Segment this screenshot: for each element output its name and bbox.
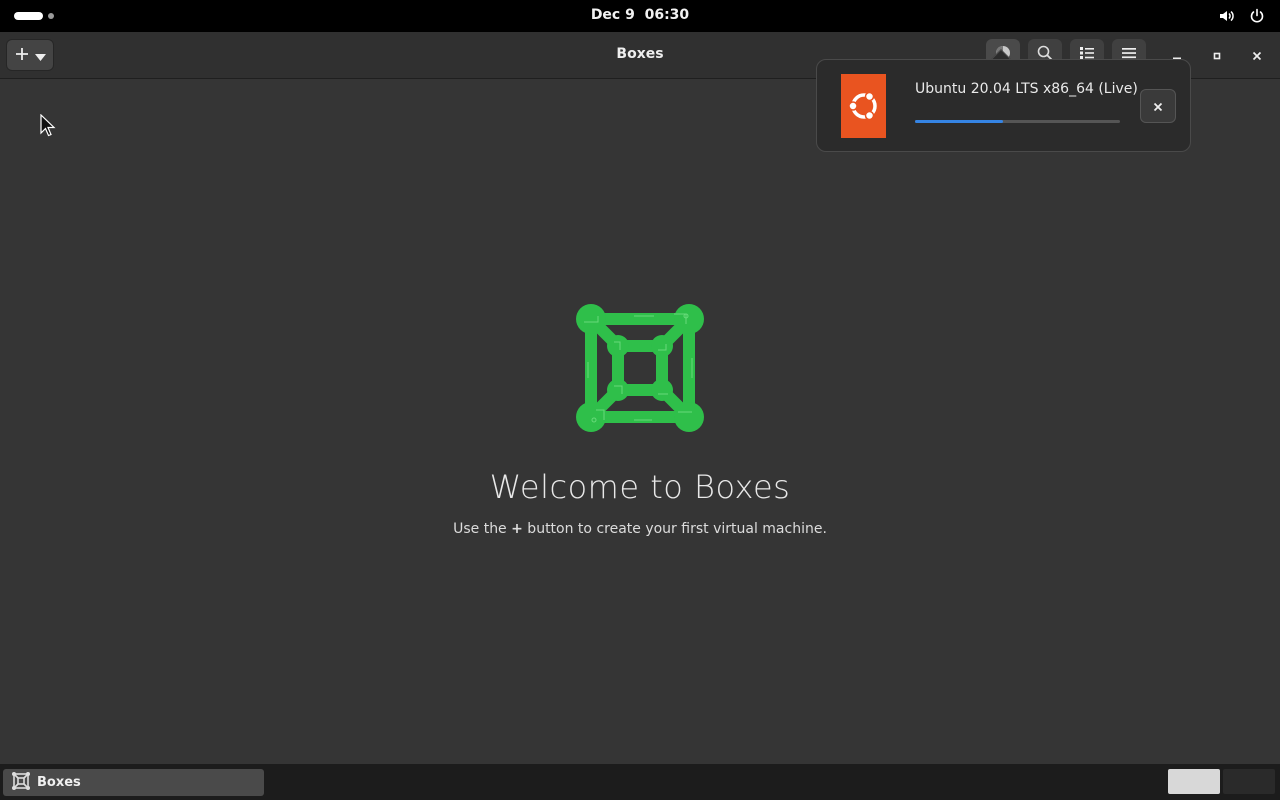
plus-icon <box>15 46 29 65</box>
maximize-icon <box>1212 46 1222 65</box>
volume-icon[interactable] <box>1218 7 1236 25</box>
mouse-cursor-icon <box>40 113 56 142</box>
activities-indicator[interactable] <box>14 12 54 20</box>
clock-date[interactable]: Dec 9 <box>591 7 635 23</box>
download-name: Ubuntu 20.04 LTS x86_64 (Live) <box>915 81 1138 97</box>
clock: Dec 9 06:30 <box>0 7 1280 23</box>
add-button[interactable] <box>6 39 54 71</box>
clock-time[interactable]: 06:30 <box>645 7 690 23</box>
close-icon <box>1153 97 1163 116</box>
workspace-dot <box>48 13 54 19</box>
download-progress-fill <box>915 120 1004 123</box>
downloads-popover: Ubuntu 20.04 LTS x86_64 (Live) <box>816 59 1191 152</box>
taskbar: Boxes <box>0 764 1280 800</box>
welcome-subtitle: Use the + button to create your first vi… <box>0 521 1280 537</box>
download-progress-bar <box>915 120 1120 123</box>
boxes-logo-icon <box>574 302 706 438</box>
cancel-download-button[interactable] <box>1140 89 1176 123</box>
top-bar: Dec 9 06:30 <box>0 0 1280 32</box>
subtitle-text-start: Use the <box>453 521 512 537</box>
maximize-button[interactable] <box>1206 44 1228 66</box>
boxes-app-icon <box>11 771 31 795</box>
system-tray[interactable] <box>1218 7 1266 25</box>
taskbar-item-label: Boxes <box>37 775 81 790</box>
welcome-title: Welcome to Boxes <box>489 468 791 506</box>
taskbar-item-boxes[interactable]: Boxes <box>3 769 264 796</box>
chevron-down-icon <box>34 46 46 65</box>
power-icon[interactable] <box>1248 7 1266 25</box>
close-button[interactable] <box>1246 44 1268 66</box>
subtitle-plus-symbol: + <box>511 521 523 537</box>
close-icon <box>1252 46 1262 65</box>
workspace-2-thumbnail[interactable] <box>1223 769 1275 794</box>
workspace-active-pill <box>14 12 43 20</box>
ubuntu-logo-icon <box>841 74 886 138</box>
workspace-1-thumbnail[interactable] <box>1168 769 1220 794</box>
subtitle-text-end: button to create your first virtual mach… <box>522 521 827 537</box>
